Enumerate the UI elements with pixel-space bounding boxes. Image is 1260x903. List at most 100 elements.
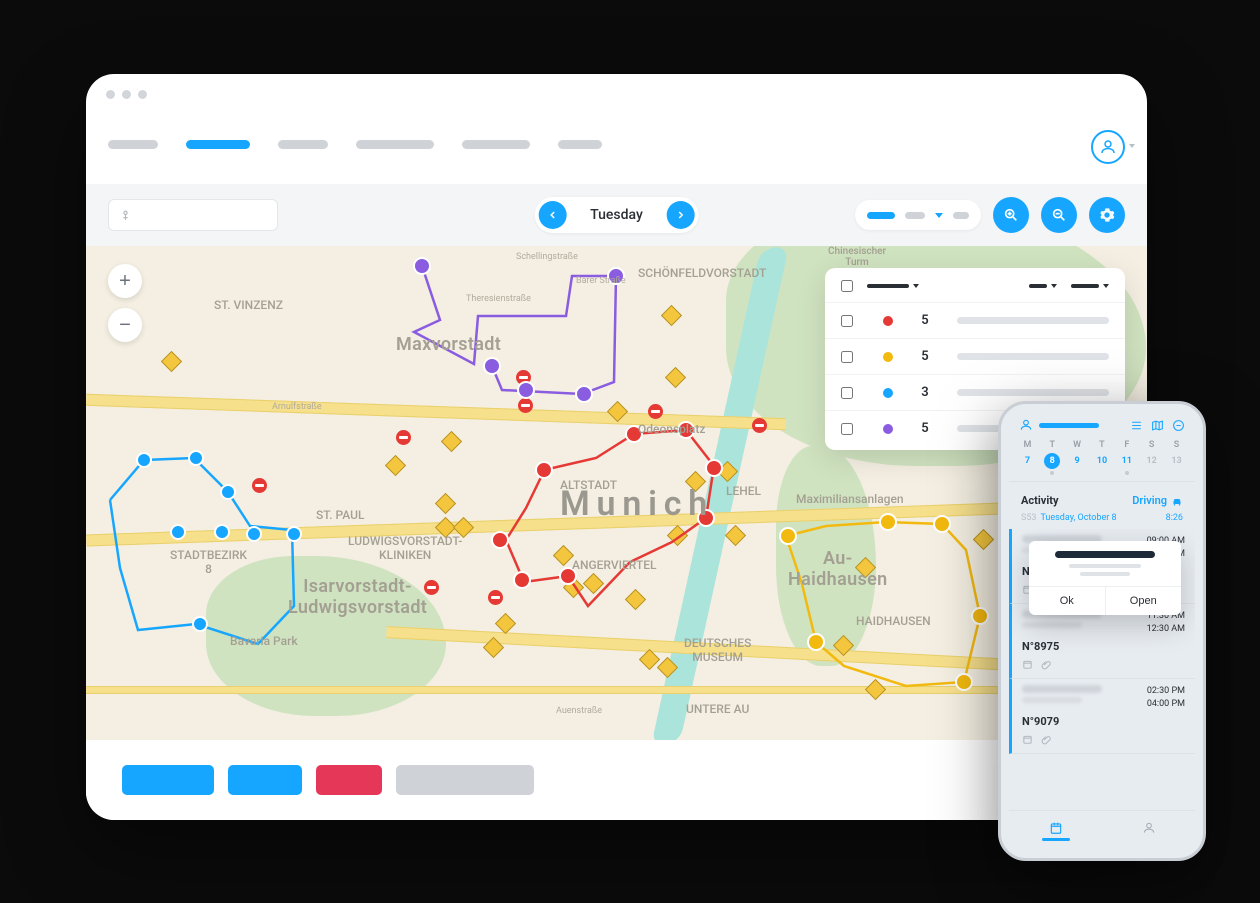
list-icon[interactable] — [1130, 419, 1143, 432]
day-label: Tuesday — [568, 207, 665, 223]
nav-item-3[interactable] — [356, 140, 434, 149]
layer-toggle-bar — [867, 212, 895, 219]
legend-row-checkbox[interactable] — [841, 387, 853, 399]
settings-button[interactable] — [1089, 197, 1125, 233]
legend-row-checkbox[interactable] — [841, 315, 853, 327]
filter-icon — [119, 209, 132, 222]
car-icon — [1171, 495, 1183, 507]
zoom-out-button[interactable]: − — [108, 308, 142, 342]
zoom-in-map-button[interactable] — [993, 197, 1029, 233]
week-day-number: 9 — [1069, 453, 1085, 469]
week-day-name: W — [1066, 440, 1088, 450]
nav-item-5[interactable] — [558, 140, 602, 149]
week-day-name: M — [1016, 440, 1038, 450]
footer-button-2[interactable] — [316, 765, 382, 795]
card-number: N°8975 — [1022, 640, 1185, 653]
map-icon[interactable] — [1151, 419, 1164, 432]
card-subtitle-placeholder — [1022, 622, 1082, 628]
zoom-out-icon — [1051, 207, 1067, 223]
week-day-column[interactable]: S 13 — [1165, 440, 1187, 475]
nav-item-1[interactable] — [186, 140, 250, 149]
route-color-dot — [883, 352, 893, 362]
traffic-dot — [138, 90, 147, 99]
legend-header-col[interactable] — [867, 284, 919, 288]
search-input[interactable] — [108, 199, 278, 231]
week-day-column[interactable]: S 12 — [1141, 440, 1163, 475]
week-day-column[interactable]: W9 — [1066, 440, 1088, 475]
schedule-card[interactable]: 11:30 AM12:30 AMN°8975 — [1009, 604, 1195, 679]
week-day-number: 8 — [1044, 453, 1060, 469]
top-nav — [108, 140, 602, 149]
person-icon — [1142, 821, 1156, 835]
footer-button-3[interactable] — [396, 765, 534, 795]
day-prev-button[interactable] — [538, 201, 566, 229]
popup-ok-button[interactable]: Ok — [1029, 587, 1106, 615]
legend-select-all-checkbox[interactable] — [841, 280, 853, 292]
mobile-schedule-list[interactable]: Ok Open 09:00 AM11:00 AMN°902511:30 AM12… — [1009, 529, 1195, 810]
tab-profile[interactable] — [1102, 811, 1195, 850]
mobile-user[interactable] — [1019, 418, 1099, 432]
toolbar-right — [855, 197, 1125, 233]
nav-item-0[interactable] — [108, 140, 158, 149]
schedule-card[interactable]: 02:30 PM04:00 PMN°9079 — [1009, 679, 1195, 754]
calendar-icon[interactable] — [1022, 659, 1033, 670]
legend-row-checkbox[interactable] — [841, 423, 853, 435]
card-title-placeholder — [1022, 685, 1102, 693]
zoom-in-icon — [1003, 207, 1019, 223]
week-day-column[interactable]: F11 — [1116, 440, 1138, 475]
toolbar: Tuesday — [86, 184, 1147, 246]
legend-row[interactable]: 5 — [825, 302, 1125, 338]
route-yellow — [786, 522, 980, 686]
activity-label: Activity — [1021, 494, 1059, 507]
nav-item-2[interactable] — [278, 140, 328, 149]
card-actions — [1022, 659, 1185, 670]
zoom-in-button[interactable]: + — [108, 264, 142, 298]
popup-subtitle-placeholder — [1069, 564, 1141, 568]
legend-header-col[interactable] — [1029, 284, 1057, 288]
route-color-dot — [883, 388, 893, 398]
week-day-column[interactable]: T10 — [1091, 440, 1113, 475]
week-day-number: 13 — [1168, 453, 1184, 469]
tab-schedule[interactable] — [1009, 811, 1102, 850]
layer-toggle[interactable] — [855, 200, 981, 230]
chevron-down-icon — [1129, 144, 1135, 148]
route-color-dot — [883, 424, 893, 434]
footer-button-0[interactable] — [122, 765, 214, 795]
activity-value[interactable]: Driving — [1132, 494, 1183, 507]
popup-open-button[interactable]: Open — [1106, 587, 1182, 615]
mobile-week-selector: M7T8W9T10F11S12S13 — [1009, 436, 1195, 475]
chevron-left-icon — [546, 209, 558, 221]
legend-row[interactable]: 5 — [825, 338, 1125, 374]
map-canvas[interactable]: Munich SCHÖNFELDVORSTADTST. VINZENZMaxvo… — [86, 246, 1147, 740]
card-times: 02:30 PM04:00 PM — [1147, 685, 1185, 711]
mobile-username-placeholder — [1039, 423, 1099, 428]
legend-header-col[interactable] — [1071, 284, 1109, 288]
chevron-right-icon — [675, 209, 687, 221]
legend-header — [825, 280, 1125, 302]
attachment-icon[interactable] — [1041, 734, 1052, 745]
week-day-name: T — [1041, 440, 1063, 450]
person-icon — [1099, 138, 1117, 156]
attachment-icon[interactable] — [1041, 659, 1052, 670]
layer-toggle-bar — [905, 212, 925, 219]
week-day-name: S — [1165, 440, 1187, 450]
window-traffic-lights — [106, 90, 147, 99]
nav-item-4[interactable] — [462, 140, 530, 149]
minus-circle-icon[interactable] — [1172, 419, 1185, 432]
week-day-column[interactable]: T8 — [1041, 440, 1063, 475]
zoom-out-map-button[interactable] — [1041, 197, 1077, 233]
profile-avatar[interactable] — [1091, 130, 1125, 164]
card-actions — [1022, 734, 1185, 745]
route-desc-placeholder — [957, 389, 1109, 396]
route-stop-count: 5 — [911, 313, 939, 328]
footer-bar — [86, 740, 1147, 820]
week-day-number: 12 — [1144, 453, 1160, 469]
week-day-name: S — [1141, 440, 1163, 450]
mobile-mockup: M7T8W9T10F11S12S13 Activity Driving S53T… — [998, 401, 1206, 861]
footer-button-1[interactable] — [228, 765, 302, 795]
mobile-header — [1009, 412, 1195, 436]
day-next-button[interactable] — [667, 201, 695, 229]
legend-row-checkbox[interactable] — [841, 351, 853, 363]
calendar-icon[interactable] — [1022, 734, 1033, 745]
week-day-column[interactable]: M7 — [1016, 440, 1038, 475]
